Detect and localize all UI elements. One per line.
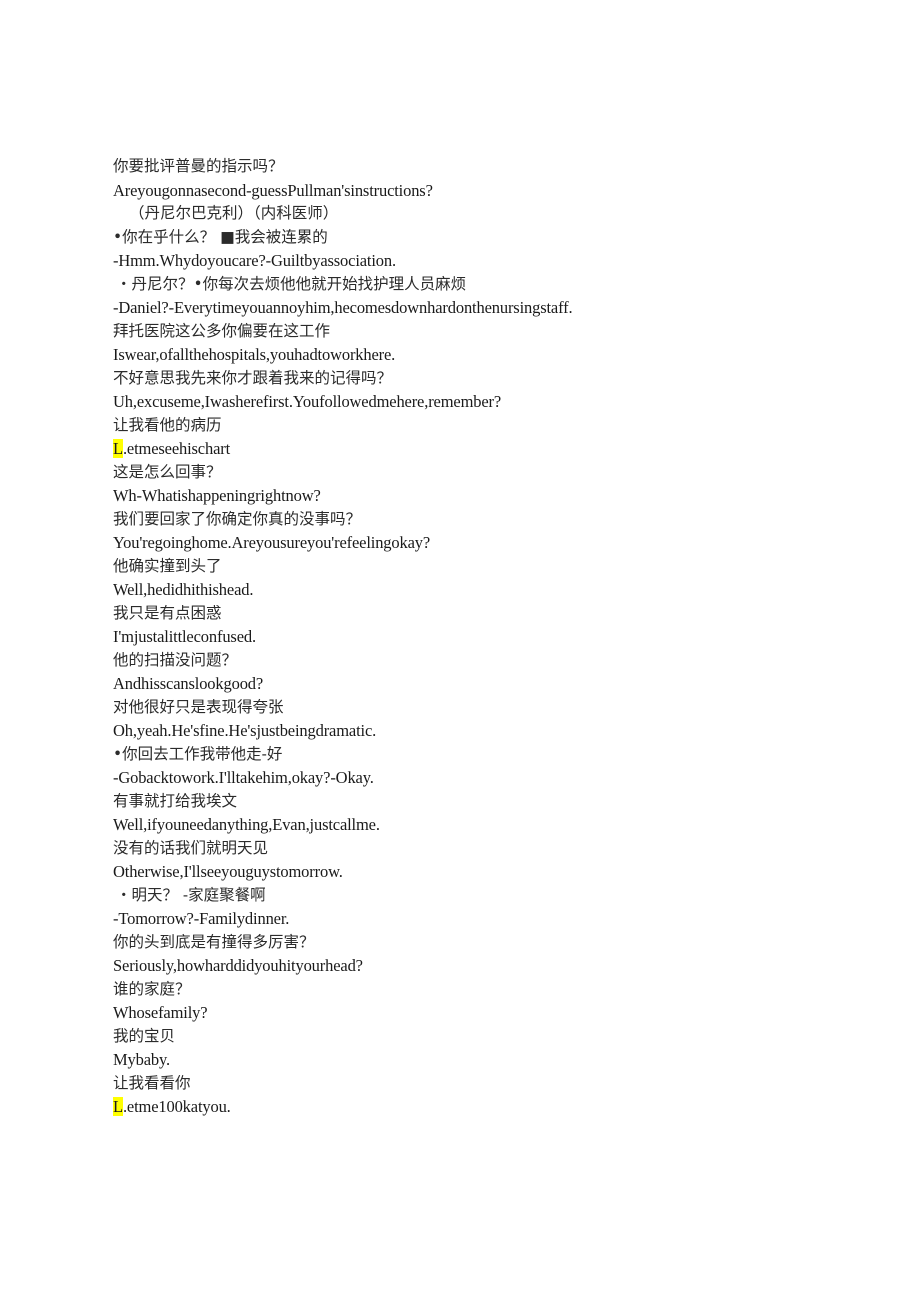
transcript-line: Whosefamily? xyxy=(113,1003,208,1022)
transcript-line: 他确实撞到头了 xyxy=(113,556,222,575)
transcript-line: Wh-Whatishappeningrightnow? xyxy=(113,486,321,505)
transcript-line: 我的宝贝 xyxy=(113,1026,176,1045)
transcript-line: I'mjustalittleconfused. xyxy=(113,627,256,646)
transcript-line: Otherwise,I'llseeyouguystomorrow. xyxy=(113,862,343,881)
transcript-line: Seriously,howharddidyouhityourhead? xyxy=(113,956,363,975)
transcript-line: 不好意思我先来你才跟着我来的记得吗？ xyxy=(113,368,393,387)
transcript-line: 没有的话我们就明天见 xyxy=(113,838,269,857)
transcript-line: •你在乎什么？ ■我会被连累的 xyxy=(113,227,328,246)
transcript-line: ・明天？ -家庭聚餐啊 xyxy=(116,885,266,904)
transcript-line: -Gobacktowork.I'lltakehim,okay?-Okay. xyxy=(113,768,374,787)
transcript-line: 这是怎么回事？ xyxy=(113,462,222,481)
transcript-line: 让我看他的病历 xyxy=(113,415,222,434)
transcript-line: Areyougonnasecond-guessPullman'sinstruct… xyxy=(113,180,433,200)
transcript-line: 有事就打给我埃文 xyxy=(113,791,238,810)
transcript-line: 对他很好只是表现得夸张 xyxy=(113,697,284,716)
transcript-line: 谁的家庭？ xyxy=(113,979,191,998)
transcript-line: ・丹尼尔？•你每次去烦他他就开始找护理人员麻烦 xyxy=(116,274,467,293)
transcript-line: 我只是有点困惑 xyxy=(113,603,222,622)
transcript-line: You'regoinghome.Areyousureyou'refeelingo… xyxy=(113,533,431,552)
transcript-line: Well,ifyouneedanything,Evan,justcallme. xyxy=(113,815,380,834)
transcript-line: 让我看看你 xyxy=(113,1073,191,1092)
transcript-line: 你的头到底是有撞得多厉害？ xyxy=(113,932,315,951)
transcript-line: （丹尼尔巴克利）（内科医师） xyxy=(129,204,339,222)
transcript-line: Well,hedidhithishead. xyxy=(113,580,254,599)
transcript-line: Oh,yeah.He'sfine.He'sjustbeingdramatic. xyxy=(113,721,377,740)
transcript-line: L.etmeseehischart xyxy=(113,437,813,461)
transcript-line: 你要批评普曼的指示吗？ xyxy=(113,157,284,175)
transcript-line: L.etme100katyou. xyxy=(113,1095,813,1119)
transcript-line: -Hmm.Whydoyoucare?-Guiltbyassociation. xyxy=(113,251,396,270)
transcript-line: 他的扫描没问题？ xyxy=(113,650,238,669)
transcript-line: -Tomorrow?-Familydinner. xyxy=(113,909,290,928)
highlighted-text: L xyxy=(113,1097,123,1116)
document-page: 你要批评普曼的指示吗？ Areyougonnasecond-guessPullma… xyxy=(0,0,920,1301)
transcript-line: •你回去工作我带他走-好 xyxy=(113,744,283,763)
transcript-line: 我们要回家了你确定你真的没事吗？ xyxy=(113,509,362,528)
transcript-line-text: .etme100katyou. xyxy=(122,1097,231,1116)
transcript-line: 拜托医院这公多你偏要在这工作 xyxy=(113,321,331,340)
transcript-line: Andhisscanslookgood? xyxy=(113,674,264,693)
transcript-line: Iswear,ofallthehospitals,youhadtoworkher… xyxy=(113,345,396,364)
transcript-body: 你要批评普曼的指示吗？ Areyougonnasecond-guessPullma… xyxy=(113,155,813,1119)
transcript-line: Uh,excuseme,Iwasherefirst.Youfollowedmeh… xyxy=(113,392,502,411)
transcript-line: -Daniel?-Everytimeyouannoyhim,hecomesdow… xyxy=(113,298,573,317)
highlighted-text: L xyxy=(113,439,123,458)
transcript-line-text: .etmeseehischart xyxy=(122,439,231,458)
transcript-line: Mybaby. xyxy=(113,1050,170,1069)
